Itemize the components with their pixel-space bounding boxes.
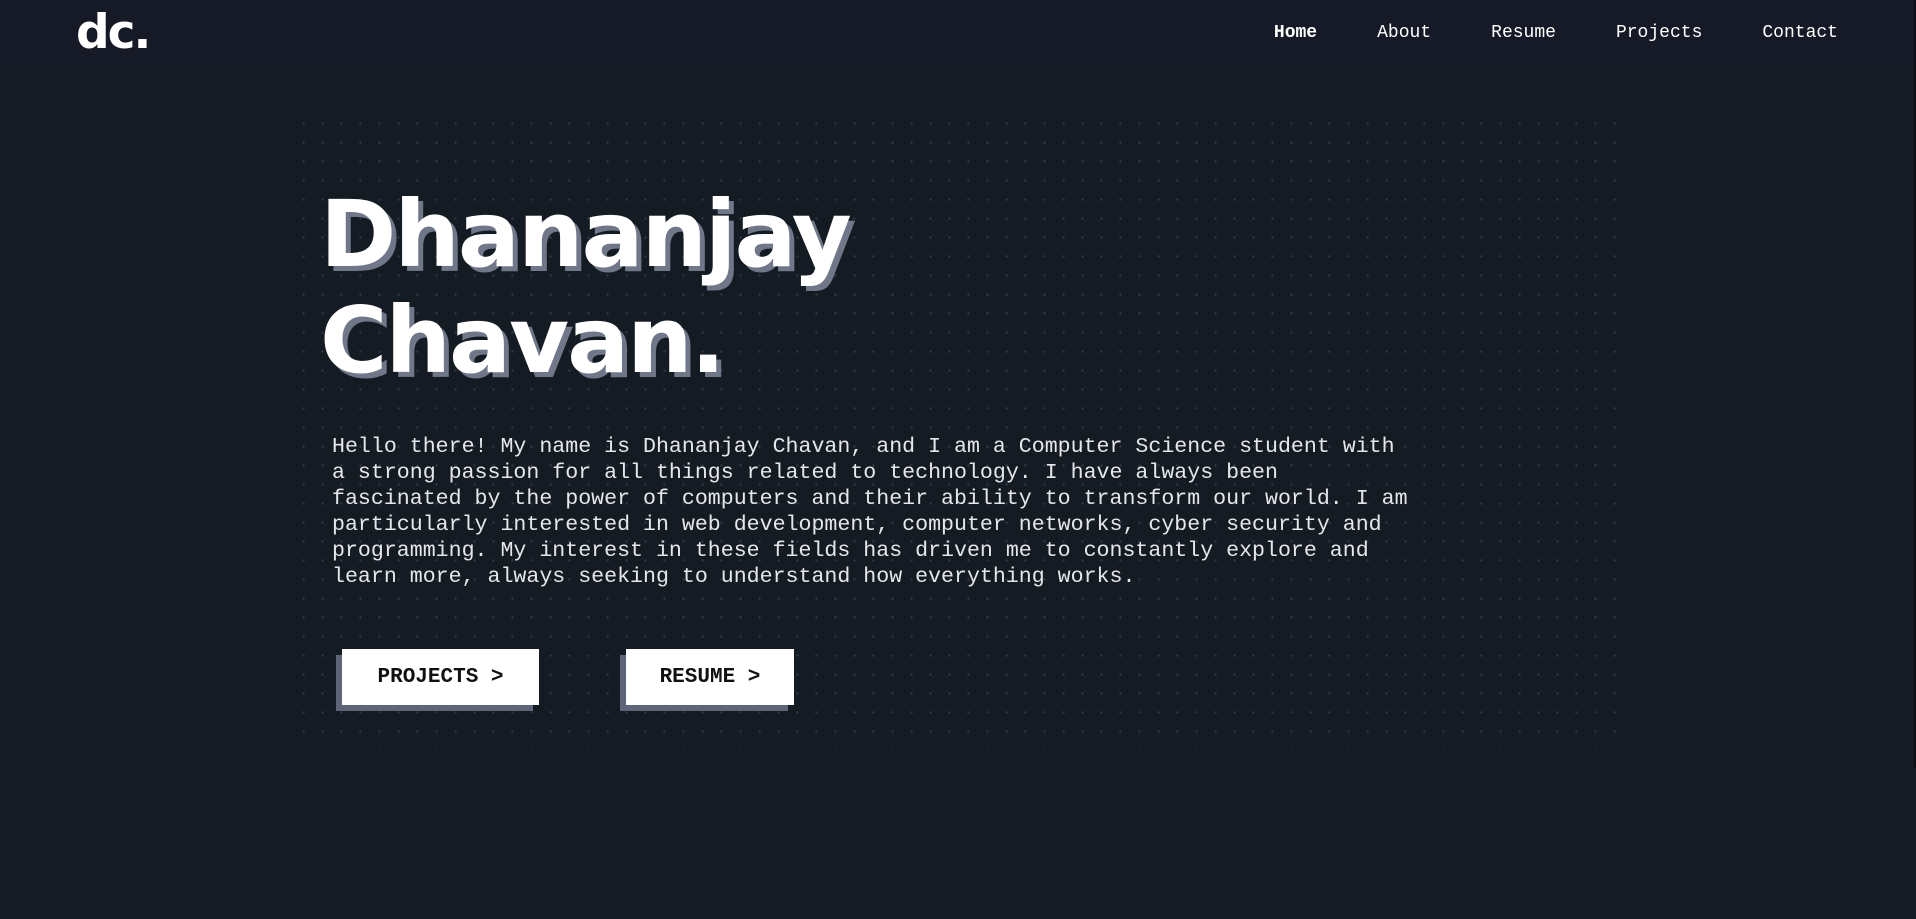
nav-link-resume[interactable]: Resume: [1491, 23, 1556, 43]
hero-name-first: Dhananjay: [320, 181, 852, 288]
hero-bio: Hello there! My name is Dhananjay Chavan…: [332, 435, 1408, 589]
resume-button[interactable]: RESUME >: [626, 649, 794, 705]
nav-link-about[interactable]: About: [1377, 23, 1431, 43]
nav-link-projects[interactable]: Projects: [1616, 23, 1702, 43]
projects-button[interactable]: PROJECTS >: [342, 649, 539, 705]
hero-name: Dhananjay Chavan.: [320, 181, 852, 394]
nav-link-home[interactable]: Home: [1274, 23, 1317, 43]
site-logo[interactable]: dc.: [76, 0, 151, 65]
nav-links: Home About Resume Projects Contact: [1274, 0, 1838, 65]
navbar: dc. Home About Resume Projects Contact: [0, 0, 1916, 65]
hero-name-last: Chavan.: [320, 287, 726, 394]
nav-link-contact[interactable]: Contact: [1762, 23, 1838, 43]
